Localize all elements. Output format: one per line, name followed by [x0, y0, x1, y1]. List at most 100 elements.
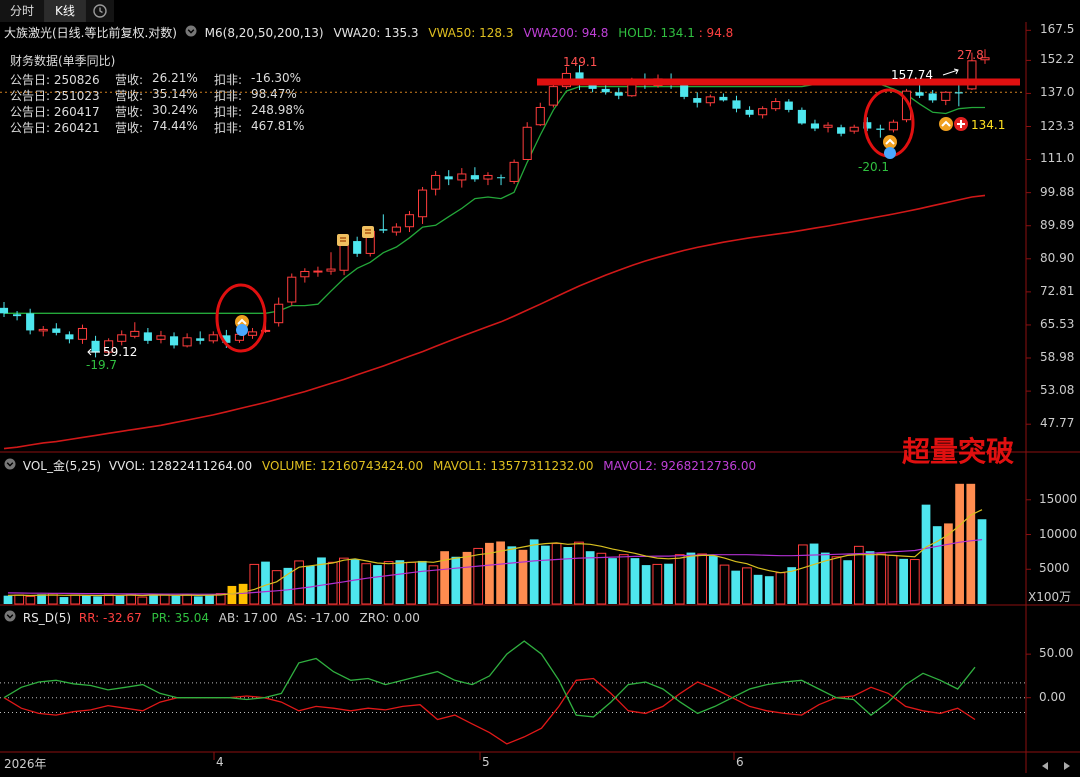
candle-body-down: [588, 85, 597, 89]
scroll-arrows-icon[interactable]: [1034, 758, 1078, 772]
high-arrow-icon: [942, 68, 959, 76]
candle-body-up: [287, 276, 297, 303]
volume-bar-up: [719, 564, 730, 605]
candle-body-down: [614, 92, 623, 96]
candle-body-up: [758, 108, 768, 116]
volume-bar-up: [775, 572, 786, 605]
candle-body-up: [771, 101, 781, 110]
volume-bar-up: [876, 553, 887, 605]
volume-bar-up: [271, 570, 282, 605]
price-axis-label: 80.90: [1040, 250, 1075, 265]
vol-mavol1: MAVOL1: 13577311232.00: [432, 459, 594, 473]
candle-body-up: [705, 96, 715, 104]
volume-bar: [305, 565, 315, 604]
price-panel: [0, 22, 1080, 773]
volume-bar: [787, 567, 797, 604]
event-marker-icon: [337, 234, 349, 246]
candle-body-up: [326, 268, 336, 272]
volume-bar: [944, 523, 953, 604]
candle-body-down: [928, 93, 937, 101]
candle-body-down: [470, 175, 479, 180]
volume-panel-header: VOL_金(5,25) VVOL: 12822411264.00 VOLUME:…: [4, 457, 756, 474]
vol-mavol2: MAVOL2: 9268212736.00: [603, 459, 757, 473]
candle-body-down: [169, 336, 179, 346]
candle-body-up: [247, 331, 258, 336]
volume-bar: [462, 551, 472, 604]
volume-bar: [955, 483, 964, 604]
vol-dropdown-icon[interactable]: [4, 458, 16, 470]
candle-body-down: [26, 313, 35, 331]
price-axis-label: 53.08: [1040, 383, 1075, 398]
low-price-label: 59.12: [103, 345, 138, 359]
rs-dropdown-icon[interactable]: [4, 610, 16, 622]
price-axis-label: 123.3: [1040, 118, 1075, 133]
volume-bar: [93, 596, 102, 604]
volume-bar: [641, 565, 651, 604]
price-axis-label: 111.0: [1040, 151, 1075, 166]
right-pct-label: 27.8: [957, 48, 984, 62]
volume-bar: [753, 574, 763, 604]
volume-bar: [529, 539, 539, 604]
price-axis-label: 72.81: [1040, 283, 1075, 298]
volume-axis-label: 15000: [1039, 491, 1078, 506]
candle-body-up: [313, 270, 323, 273]
high-price-label: 149.1: [563, 55, 598, 69]
candle-body-up: [509, 161, 519, 182]
volume-bar: [563, 547, 573, 604]
volume-bar-up: [428, 565, 439, 605]
candle-body-down: [693, 98, 702, 103]
candle-body-up: [182, 337, 192, 347]
candle-body-down: [784, 101, 793, 110]
volume-bar-up: [103, 594, 114, 605]
volume-bar: [541, 545, 550, 604]
event-marker-icon: [362, 226, 374, 238]
volume-bar: [350, 559, 360, 604]
volume-bar: [966, 483, 976, 604]
volume-bar: [731, 570, 741, 604]
volume-bar-up: [70, 594, 81, 605]
rs-ab: AB: 17.00: [218, 611, 278, 625]
volume-bar: [451, 556, 461, 604]
volume-axis-label: 5000: [1039, 561, 1070, 576]
kline-chart-svg: [0, 22, 1080, 773]
volume-bar-up: [361, 563, 372, 605]
candle-body-down: [797, 109, 806, 124]
volume-bar: [82, 595, 91, 604]
price-axis-label: 152.2: [1040, 52, 1075, 67]
candle-body-up: [522, 126, 532, 160]
volume-bar-up: [14, 594, 25, 605]
annotations-layer: [87, 68, 1020, 356]
rs-indicator-name: RS_D(5): [22, 611, 72, 625]
date-axis-label: 5: [482, 755, 490, 769]
volume-axis-label: 10000: [1039, 526, 1078, 541]
volume-bar: [977, 519, 987, 604]
volume-bar: [899, 558, 908, 604]
candle-body-down: [810, 123, 820, 129]
volume-panel: [3, 483, 1031, 605]
candle-body-up: [548, 86, 558, 106]
buy-signal-icon-bg: [883, 135, 897, 149]
right-low-pct-label: -20.1: [858, 160, 890, 174]
date-axis-label: 6: [736, 755, 744, 769]
date-axis-label: 2026年: [4, 757, 47, 771]
volume-bar-up: [596, 552, 607, 605]
volume-bar-up: [697, 553, 707, 605]
price-axis-label: 65.53: [1040, 316, 1075, 331]
ma20-line: [4, 83, 985, 314]
candle-body-down: [444, 176, 453, 180]
candle-body-down: [13, 314, 22, 317]
volume-bar-up: [551, 543, 562, 605]
rs-pr: PR: 35.04: [151, 611, 209, 625]
volume-bar: [630, 558, 640, 604]
price-axis-label: 137.0: [1040, 85, 1075, 100]
candle-body-up: [535, 106, 545, 126]
volume-bar-up: [25, 595, 36, 605]
rs-series-pr: [3, 640, 976, 718]
candle-body-down: [601, 88, 610, 93]
volume-bar-up: [887, 554, 898, 605]
candle-body-down: [52, 328, 61, 333]
candle-body-up: [941, 91, 951, 101]
price-axis-label: 99.88: [1040, 184, 1075, 199]
candle-body-up: [130, 330, 140, 337]
volume-bar: [485, 542, 494, 604]
